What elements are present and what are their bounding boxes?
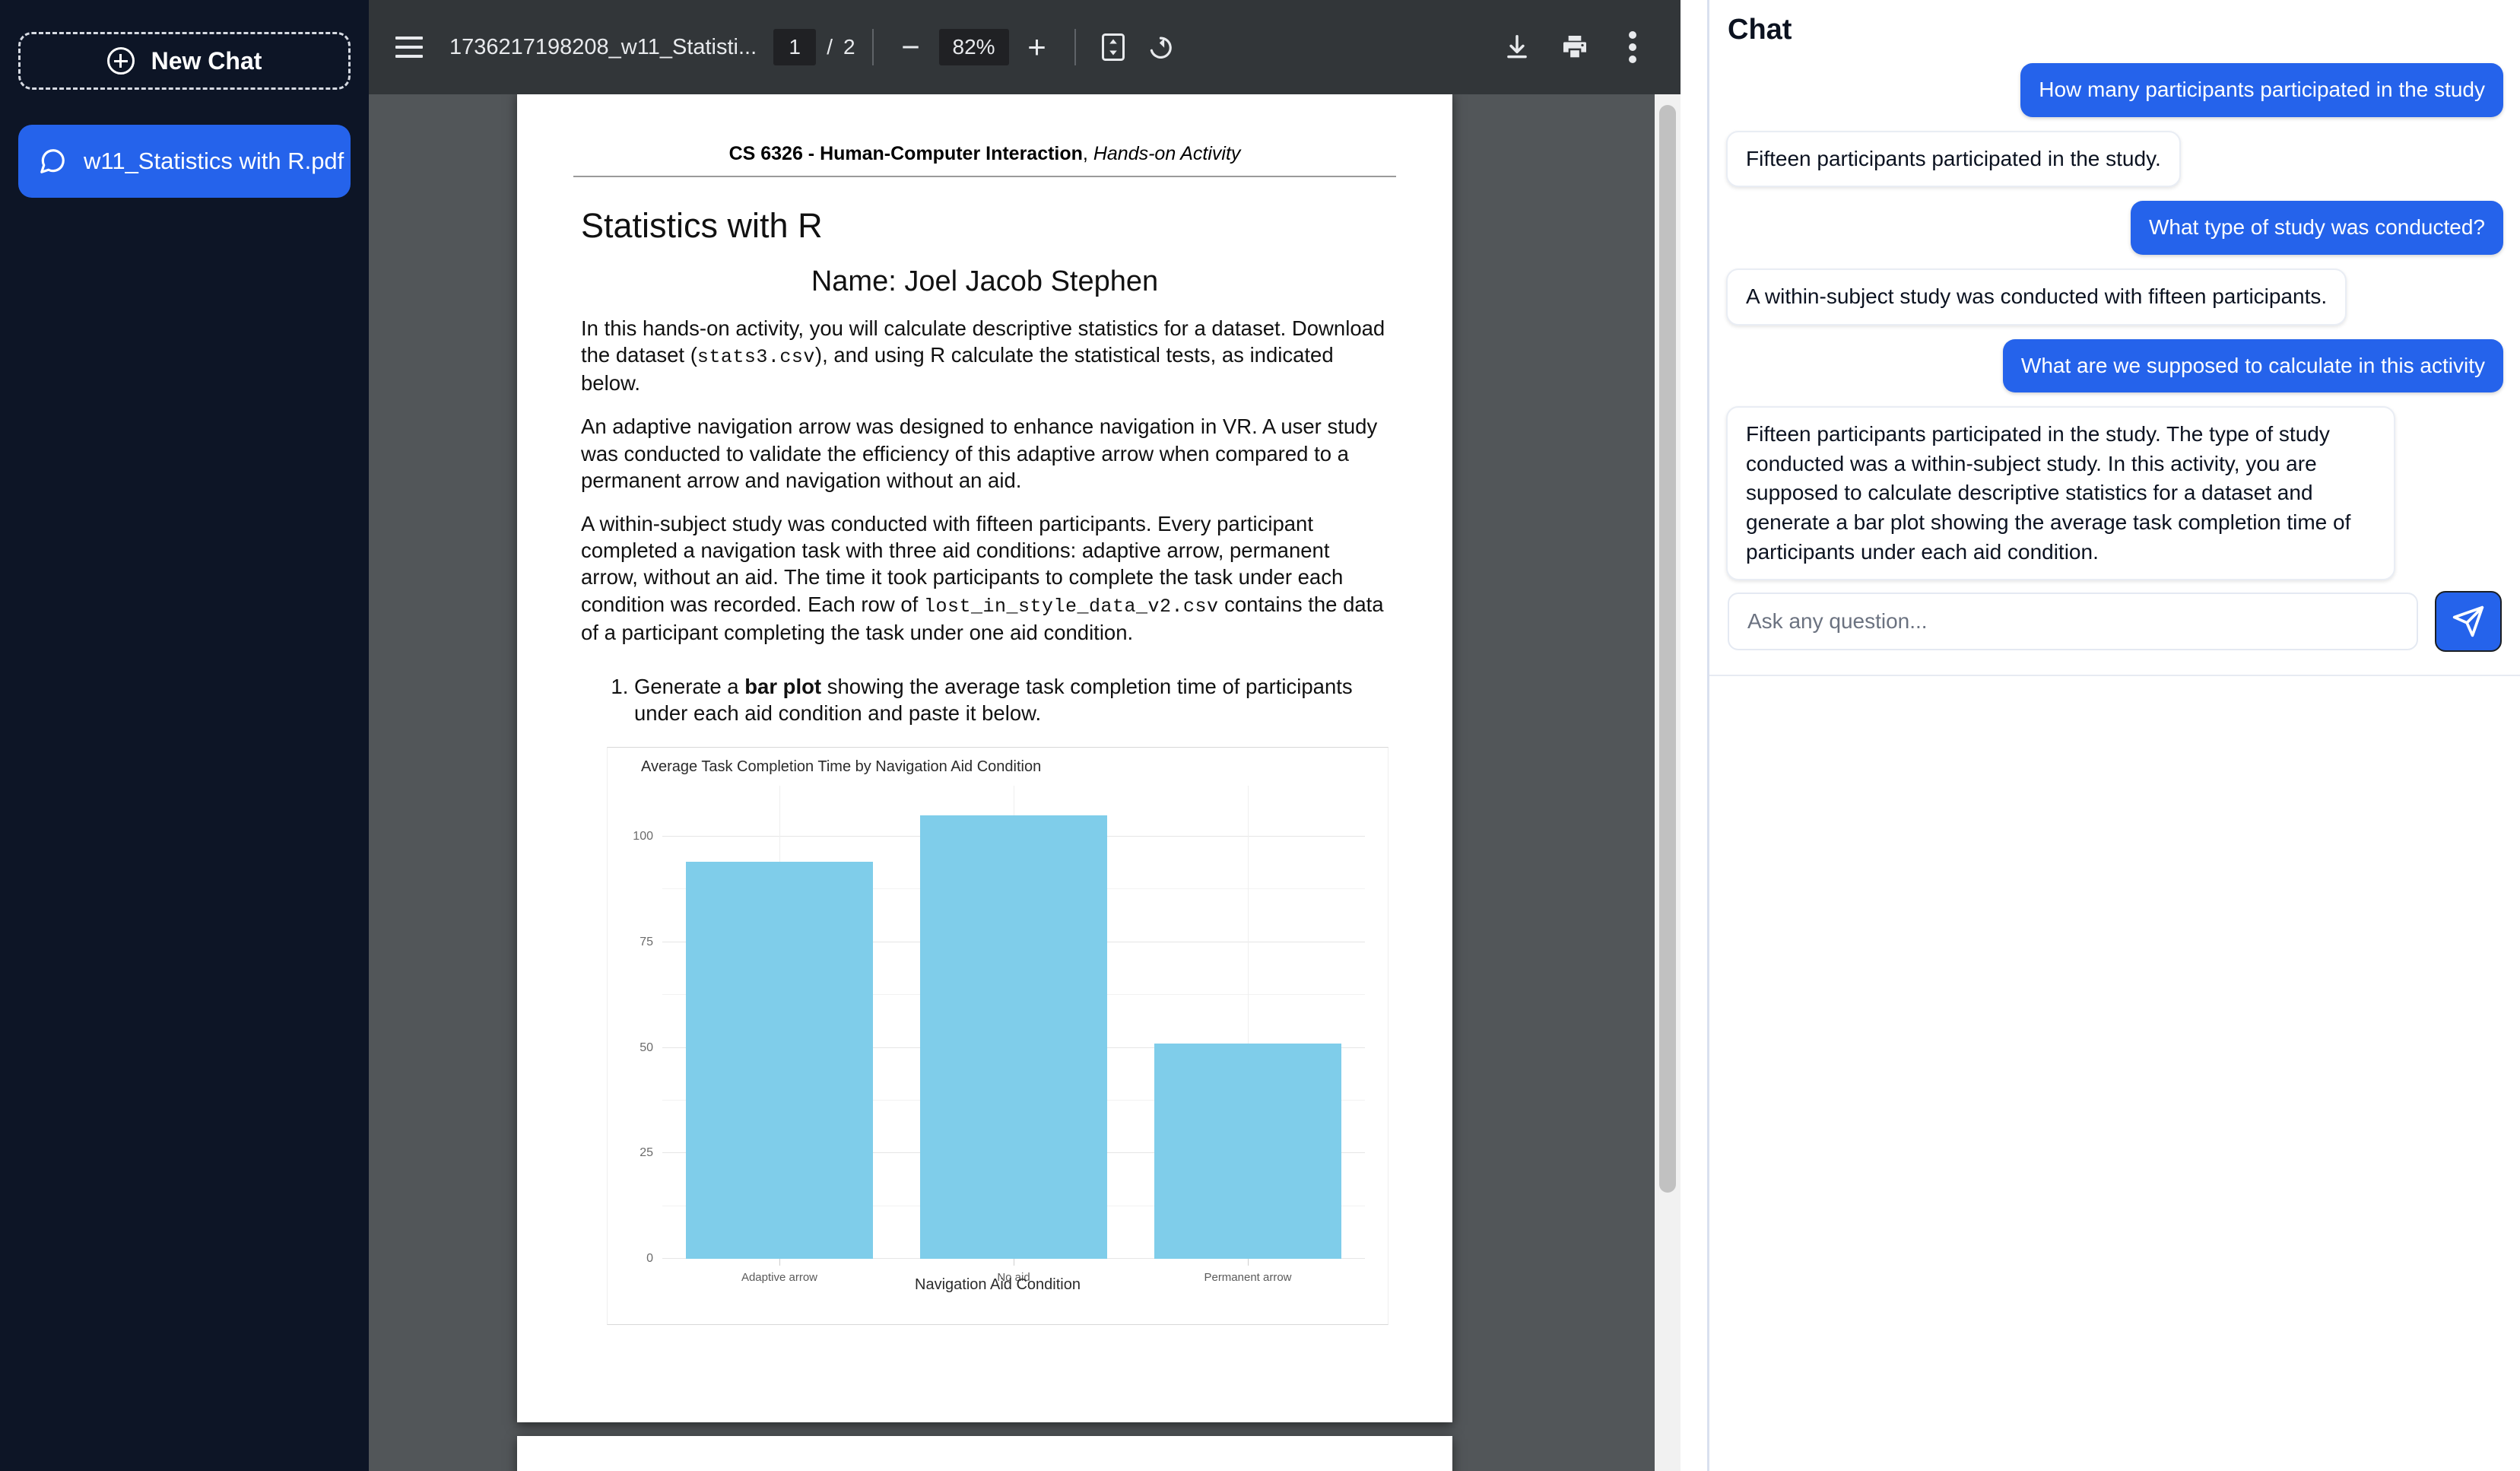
chat-bot-message: Fifteen participants participated in the…: [1726, 131, 2181, 188]
sidebar-chat-item-label: w11_Statistics with R.pdf: [84, 148, 344, 175]
doc-header-sep: ,: [1083, 143, 1093, 164]
page-separator: /: [827, 35, 833, 59]
new-chat-label: New Chat: [151, 47, 262, 75]
pdf-viewer-pane: 1736217198208_w11_Statisti... 1 / 2 − 82…: [369, 0, 1707, 1471]
doc-header-rule: [573, 176, 1396, 177]
chart-plot-area: 0255075100Adaptive arrowNo aidPermanent …: [662, 786, 1365, 1259]
download-icon: [1503, 33, 1531, 62]
pdf-scrollbar-thumb[interactable]: [1659, 105, 1676, 1193]
send-paper-plane-icon: [2452, 605, 2485, 638]
doc-header-course: CS 6326 - Human-Computer Interaction: [729, 143, 1083, 164]
pdf-filename: 1736217198208_w11_Statisti...: [449, 35, 757, 60]
chat-user-message: What are we supposed to calculate in thi…: [2003, 339, 2503, 393]
print-button[interactable]: [1554, 27, 1595, 68]
print-icon: [1560, 32, 1590, 62]
zoom-in-button[interactable]: +: [1017, 27, 1058, 68]
doc-student-name: Name: Joel Jacob Stephen: [517, 265, 1452, 298]
doc-paragraph-1: In this hands-on activity, you will calc…: [581, 315, 1390, 396]
chat-user-message: How many participants participated in th…: [2020, 63, 2503, 117]
chart-y-tick-label: 0: [646, 1252, 653, 1266]
fit-to-page-icon: [1100, 32, 1127, 62]
doc-paragraph-2: An adaptive navigation arrow was designe…: [581, 413, 1390, 494]
chart-bar: [1154, 1044, 1341, 1259]
chart-bar: [686, 862, 873, 1259]
toolbar-divider-2: [1074, 29, 1076, 65]
chat-empty-space: [1709, 676, 2520, 1471]
doc-task-item-1: Generate a bar plot showing the average …: [634, 673, 1390, 728]
doc-paragraph-3: A within-subject study was conducted wit…: [581, 510, 1390, 646]
zoom-out-button[interactable]: −: [890, 27, 932, 68]
doc-task-1-bold: bar plot: [744, 675, 821, 698]
doc-title: Statistics with R: [581, 206, 1452, 246]
chat-message-row: What are we supposed to calculate in thi…: [1726, 339, 2503, 393]
download-button[interactable]: [1496, 27, 1538, 68]
sidebar: New Chat w11_Statistics with R.pdf: [0, 0, 369, 1471]
doc-p3-code: lost_in_style_data_v2.csv: [924, 596, 1219, 618]
chart-y-tick-label: 100: [633, 830, 653, 844]
pdf-scroll-area[interactable]: CS 6326 - Human-Computer Interaction, Ha…: [369, 94, 1681, 1471]
chat-bubble-icon: [38, 147, 67, 176]
zoom-level-input[interactable]: 82%: [939, 29, 1009, 65]
plus-circle-icon: [107, 47, 135, 75]
hamburger-menu-button[interactable]: [389, 27, 430, 68]
total-pages: 2: [843, 35, 855, 59]
chart-y-tick-label: 50: [640, 1041, 653, 1055]
rotate-icon: [1147, 33, 1176, 62]
chart-title: Average Task Completion Time by Navigati…: [641, 758, 1041, 776]
pdf-page-2: [517, 1436, 1452, 1471]
chat-card: Chat How many participants participated …: [1709, 0, 2520, 676]
rotate-button[interactable]: [1141, 27, 1182, 68]
pdf-toolbar: 1736217198208_w11_Statisti... 1 / 2 − 82…: [369, 0, 1681, 94]
page-number-input[interactable]: 1: [773, 29, 816, 65]
chart-x-tick-mark: [1248, 1259, 1249, 1266]
kebab-menu-icon: [1629, 30, 1636, 65]
more-options-button[interactable]: [1612, 27, 1653, 68]
pdf-page-1: CS 6326 - Human-Computer Interaction, Ha…: [517, 94, 1452, 1422]
chat-message-list: How many participants participated in th…: [1726, 63, 2503, 580]
chart-bar: [920, 815, 1107, 1259]
chat-composer: [1726, 580, 2503, 655]
pdf-viewer: 1736217198208_w11_Statisti... 1 / 2 − 82…: [369, 0, 1681, 1471]
chat-panel-title: Chat: [1726, 0, 2503, 63]
chat-message-row: How many participants participated in th…: [1726, 63, 2503, 117]
new-chat-button[interactable]: New Chat: [18, 32, 351, 90]
bar-chart: Average Task Completion Time by Navigati…: [607, 747, 1389, 1325]
chat-bot-message: Fifteen participants participated in the…: [1726, 406, 2395, 580]
chat-message-row: A within-subject study was conducted wit…: [1726, 268, 2503, 326]
chat-message-row: What type of study was conducted?: [1726, 201, 2503, 255]
doc-p1-code: stats3.csv: [697, 346, 815, 368]
hamburger-menu-icon: [395, 37, 423, 58]
chat-input[interactable]: [1728, 593, 2418, 650]
doc-header-kind: Hands-on Activity: [1093, 143, 1241, 164]
chart-x-axis-label: Navigation Aid Condition: [608, 1276, 1388, 1294]
doc-task-1-a: Generate a: [634, 675, 744, 698]
app-root: New Chat w11_Statistics with R.pdf 17362…: [0, 0, 2520, 1471]
chat-bot-message: A within-subject study was conducted wit…: [1726, 268, 2347, 326]
doc-running-header: CS 6326 - Human-Computer Interaction, Ha…: [517, 94, 1452, 165]
chart-y-tick-label: 25: [640, 1146, 653, 1160]
chart-x-tick-mark: [779, 1259, 780, 1266]
toolbar-divider-1: [872, 29, 874, 65]
toolbar-right-group: [1496, 27, 1681, 68]
fit-to-page-button[interactable]: [1093, 27, 1134, 68]
chat-message-row: Fifteen participants participated in the…: [1726, 131, 2503, 188]
chat-message-row: Fifteen participants participated in the…: [1726, 406, 2503, 580]
chart-y-tick-label: 75: [640, 936, 653, 949]
chat-panel: Chat How many participants participated …: [1707, 0, 2520, 1471]
pdf-scrollbar-track[interactable]: [1655, 94, 1681, 1471]
sidebar-chat-item[interactable]: w11_Statistics with R.pdf: [18, 125, 351, 198]
doc-task-list: Generate a bar plot showing the average …: [608, 673, 1390, 728]
send-button[interactable]: [2435, 591, 2502, 652]
chat-user-message: What type of study was conducted?: [2131, 201, 2503, 255]
